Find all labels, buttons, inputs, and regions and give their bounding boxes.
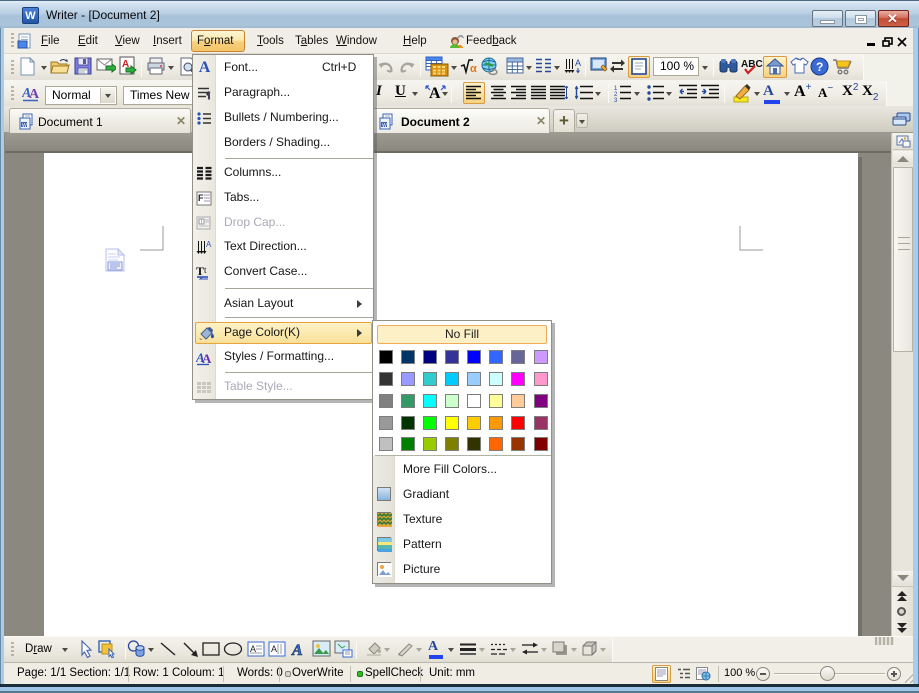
svg-text:T: T — [196, 264, 204, 278]
svg-text:A: A — [271, 644, 277, 654]
svg-text:α: α — [470, 63, 477, 75]
svg-text:T: T — [200, 220, 204, 226]
svg-text:t: t — [204, 265, 207, 275]
svg-text:3: 3 — [614, 98, 618, 102]
svg-text:A: A — [575, 58, 581, 68]
svg-text:¶: ¶ — [206, 91, 211, 101]
svg-text:F: F — [198, 193, 204, 203]
svg-text:W: W — [382, 123, 387, 129]
svg-text:W: W — [22, 123, 27, 129]
svg-text:?: ? — [816, 60, 823, 74]
svg-text:A: A — [202, 351, 212, 366]
svg-text:A: A — [291, 642, 303, 658]
svg-text:A: A — [206, 240, 212, 249]
